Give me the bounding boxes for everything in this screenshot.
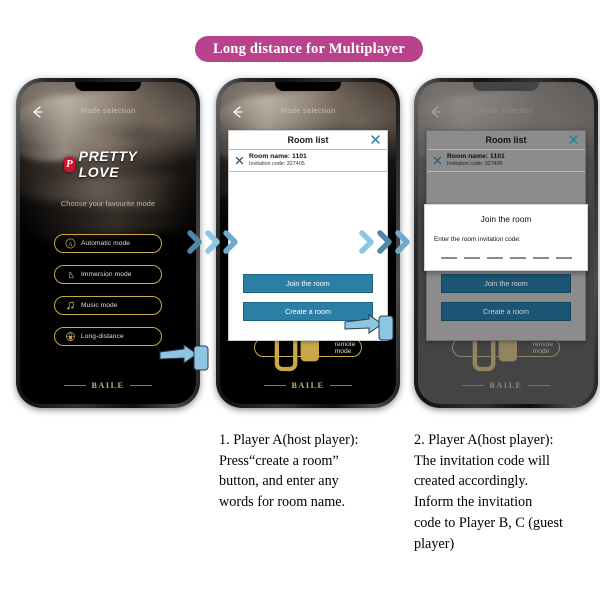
brand-name: PRETTY LOVE [78,148,138,180]
mode-button-music[interactable]: Music mode [54,296,162,315]
music-note-icon [67,301,74,310]
close-x-icon[interactable] [433,156,442,165]
mode-button-immersion[interactable]: Immersion mode [54,265,162,284]
chevron-right-icon [395,230,410,254]
letter-a-circle-icon: A [65,238,76,249]
chevron-right-icon [187,230,202,254]
code-slot[interactable] [440,257,457,259]
room-list-title: Room list [287,135,329,145]
room-list-header: Room list [229,131,387,150]
footer-rule-right [130,385,153,386]
close-x-icon[interactable] [568,134,579,145]
join-room-modal: Join the room Enter the room invitation … [424,204,588,271]
room-list-item[interactable]: Room name: 1101 Invitation code: 327405 [229,150,387,172]
invitation-code-input[interactable] [425,257,587,259]
nav-title: Mode selection [280,106,336,115]
choose-mode-label: Choose your favourite mode [60,199,156,208]
page-title-banner: Long distance for Multiplayer [195,36,423,62]
room-list-item[interactable]: Room name: 1101 Invitation code: 327405 [427,150,585,172]
caption-step-1: 1. Player A(host player): Press“create a… [219,432,359,511]
footer-brand: BAILE [220,381,396,390]
mode-label: Long-distance [81,333,124,340]
phone-mockup-3: Mode selection remote mode BAILE Room li… [414,78,598,408]
footer-rule-left [63,385,86,386]
code-slot[interactable] [463,257,480,259]
room-list-actions: Join the room Create a room [427,274,585,340]
flow-arrows-1 [186,228,240,256]
app-navbar: Mode selection [220,106,396,122]
app-navbar: Mode selection [20,106,196,122]
chevron-right-icon [359,230,374,254]
footer-rule-right [330,385,353,386]
invitation-code-label: Invitation code: 327405 [249,161,305,168]
room-name-label: Room name: 1101 [249,152,307,160]
create-a-room-button[interactable]: Create a room [441,302,571,321]
banner-label: Long distance for Multiplayer [212,40,405,57]
phone-notch [75,82,141,91]
footer-brand-label: BAILE [91,381,125,390]
close-x-icon[interactable] [235,156,244,165]
room-name-label: Room name: 1101 [447,152,505,160]
mode-label: Automatic mode [81,240,131,247]
footer-rule-left [263,385,286,386]
globe-lock-icon [66,332,75,341]
nav-title: Mode selection [80,106,136,115]
chevron-right-icon [205,230,220,254]
invitation-code-label: Invitation code: 327405 [447,161,503,168]
brand-badge-icon: P [64,156,75,172]
mode-button-long-distance[interactable]: Long-distance [54,327,162,346]
hand-pointer-cursor-icon [344,314,394,341]
room-item-text: Room name: 1101 Invitation code: 327405 [447,153,505,168]
mode-label: Immersion mode [81,271,132,278]
phone3-screen: Mode selection remote mode BAILE Room li… [418,82,594,404]
chevron-right-icon [223,230,238,254]
hand-pointer-icon [69,271,74,279]
room-item-text: Room name: 1101 Invitation code: 327405 [249,153,307,168]
room-list-empty-area [229,172,387,274]
close-x-icon[interactable] [370,134,381,145]
code-slot[interactable] [555,257,572,259]
caption-step-2: 2. Player A(host player): The invitation… [414,432,563,552]
room-list-header: Room list [427,131,585,150]
brand-logo: P PRETTY LOVE [64,148,152,180]
chevron-right-icon [377,230,392,254]
footer-brand: BAILE [20,381,196,390]
join-room-title: Join the room [480,214,532,224]
code-slot[interactable] [509,257,526,259]
svg-text:A: A [68,241,73,248]
room-list-title: Room list [485,135,527,145]
join-the-room-button[interactable]: Join the room [441,274,571,293]
code-slot[interactable] [486,257,503,259]
hand-pointer-cursor-icon [159,344,209,371]
phone-notch [275,82,341,91]
join-the-room-button[interactable]: Join the room [243,274,373,293]
mode-button-automatic[interactable]: A Automatic mode [54,234,162,253]
phone-mockup-1: Mode selection P PRETTY LOVE Choose your… [16,78,209,408]
mode-label: Music mode [81,302,118,309]
flow-arrows-2 [358,228,412,256]
footer-brand-label: BAILE [291,381,325,390]
invitation-code-prompt: Enter the room invitation code: [434,236,521,243]
code-slot[interactable] [532,257,549,259]
